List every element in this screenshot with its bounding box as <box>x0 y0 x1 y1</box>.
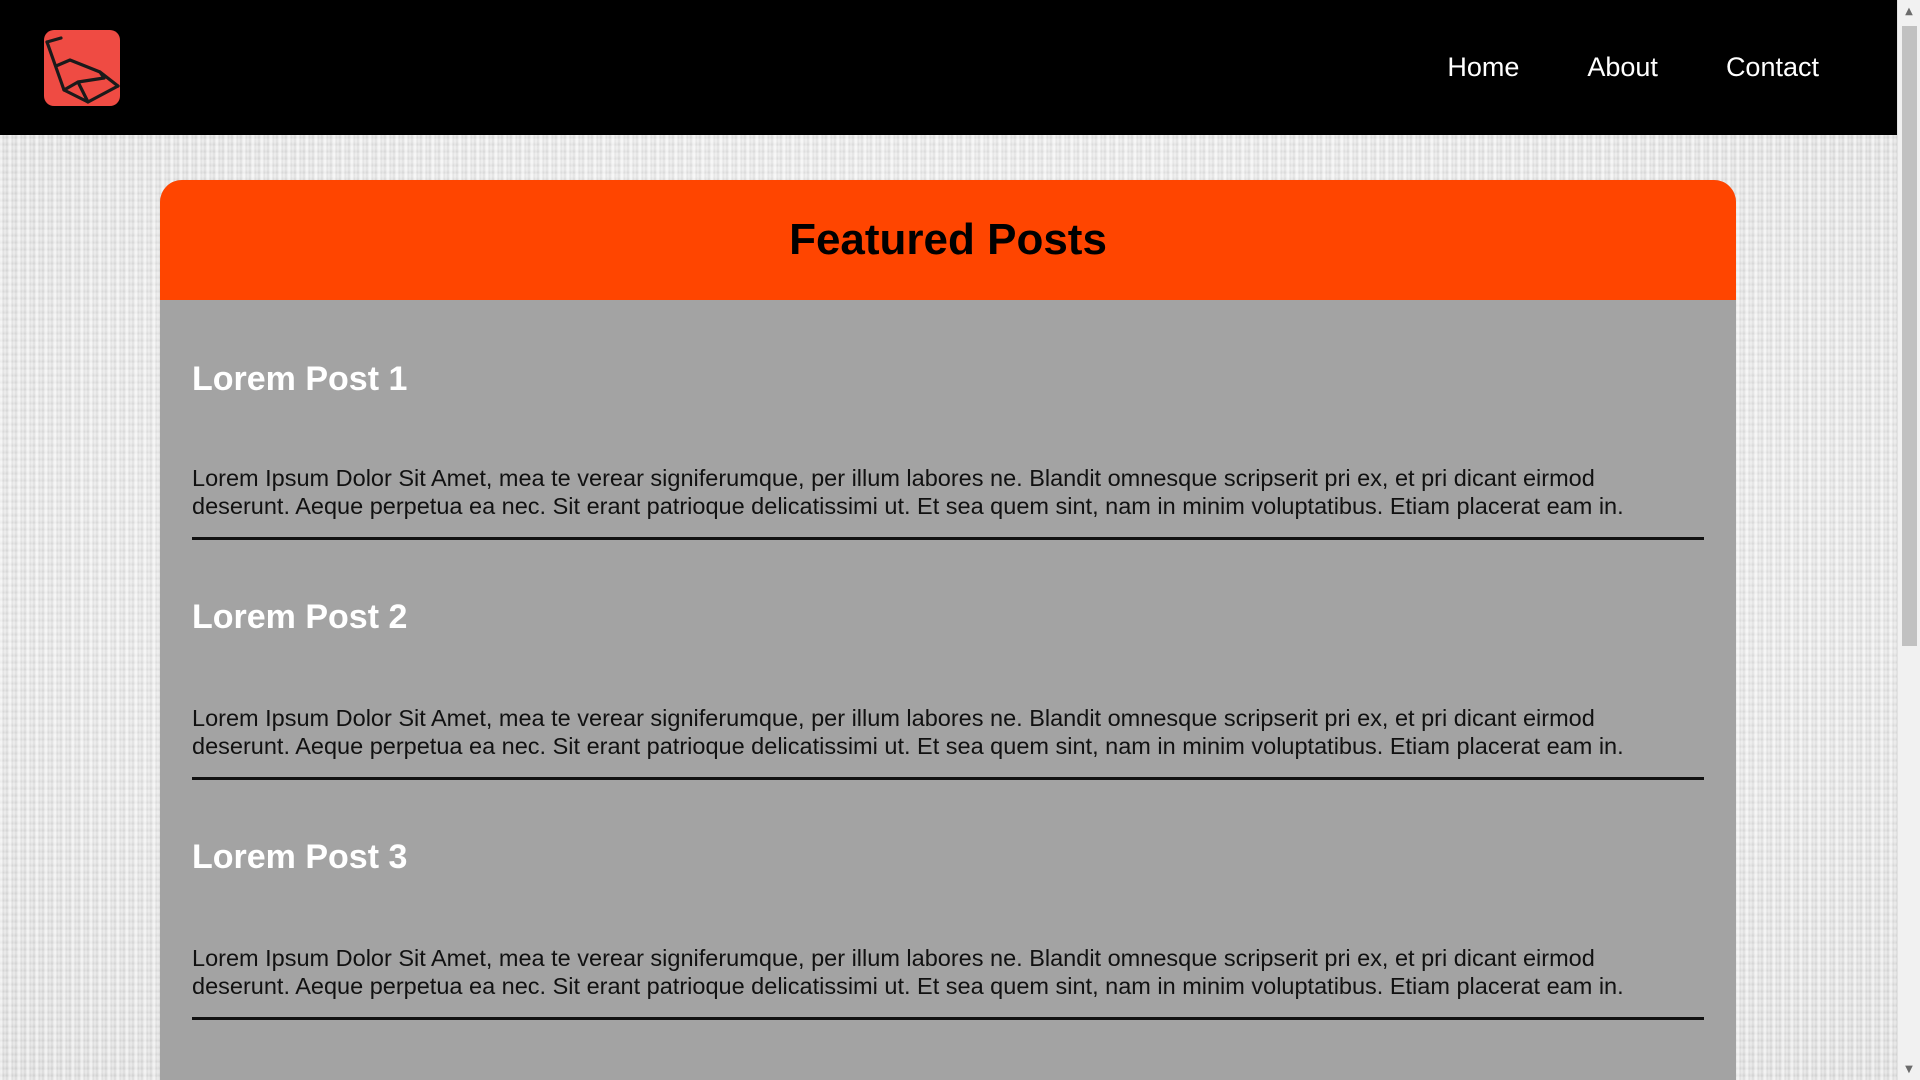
logo-graphic <box>45 36 120 104</box>
nav-link-contact[interactable]: Contact <box>1726 52 1819 83</box>
post-item-3: Lorem Post 3 Lorem Ipsum Dolor Sit Amet,… <box>192 780 1704 1020</box>
site-header: Home About Contact <box>0 0 1897 135</box>
post-body: Lorem Ipsum Dolor Sit Amet, mea te verea… <box>192 705 1624 759</box>
post-title[interactable]: Lorem Post 2 <box>192 598 407 637</box>
main-nav: Home About Contact <box>1447 0 1819 135</box>
post-title[interactable]: Lorem Post 1 <box>192 360 407 399</box>
nav-link-about[interactable]: About <box>1587 52 1658 83</box>
scroll-up-arrow-icon[interactable]: ▲ <box>1898 0 1920 22</box>
post-item-1: Lorem Post 1 Lorem Ipsum Dolor Sit Amet,… <box>192 300 1704 540</box>
featured-posts-header: Featured Posts <box>160 180 1736 300</box>
post-body: Lorem Ipsum Dolor Sit Amet, mea te verea… <box>192 465 1624 519</box>
scroll-thumb[interactable] <box>1902 26 1917 646</box>
page-scrollbar[interactable]: ▲ ▼ <box>1897 0 1920 1080</box>
post-list: Lorem Post 1 Lorem Ipsum Dolor Sit Amet,… <box>160 300 1736 1020</box>
nav-link-home[interactable]: Home <box>1447 52 1519 83</box>
laravel-logo-icon[interactable] <box>44 30 120 106</box>
post-item-2: Lorem Post 2 Lorem Ipsum Dolor Sit Amet,… <box>192 540 1704 780</box>
scroll-down-arrow-icon[interactable]: ▼ <box>1898 1058 1920 1080</box>
post-title[interactable]: Lorem Post 3 <box>192 838 407 877</box>
featured-posts-card: Featured Posts Lorem Post 1 Lorem Ipsum … <box>160 180 1736 1080</box>
page-title: Featured Posts <box>789 215 1107 264</box>
post-body: Lorem Ipsum Dolor Sit Amet, mea te verea… <box>192 945 1624 999</box>
